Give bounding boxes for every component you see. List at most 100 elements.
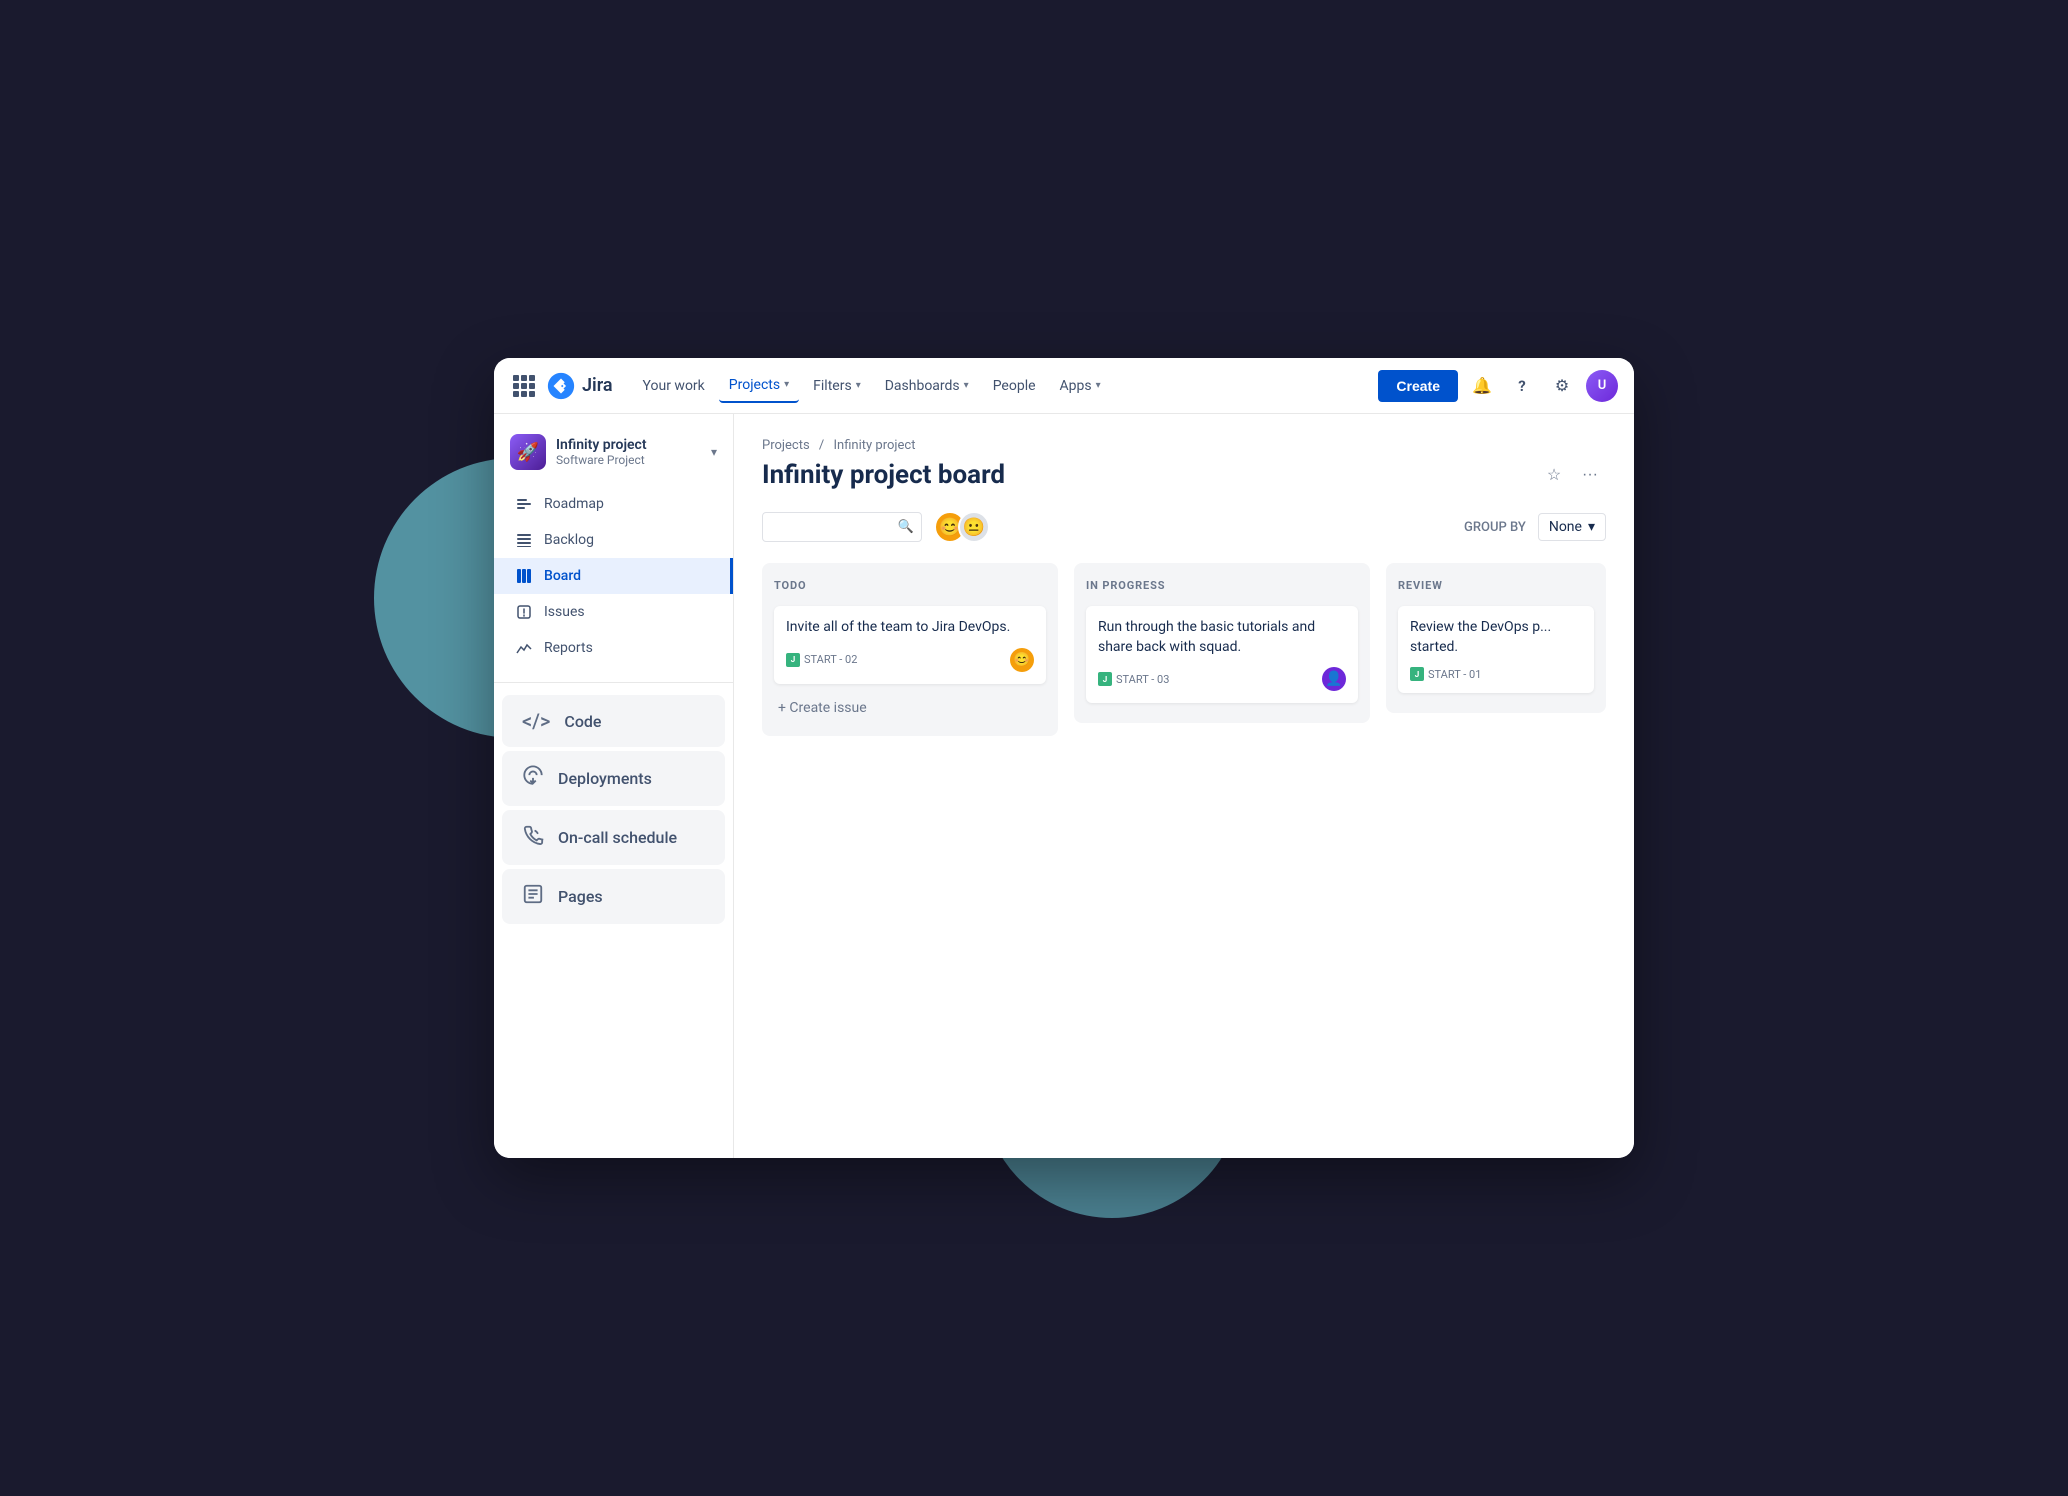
star-icon: ☆ bbox=[1547, 465, 1561, 485]
issue-avatar: 😊 bbox=[1010, 648, 1034, 672]
issue-text: Run through the basic tutorials and shar… bbox=[1098, 618, 1346, 657]
create-issue-button[interactable]: + Create issue bbox=[774, 692, 1046, 724]
filters-chevron-icon: ▾ bbox=[856, 380, 861, 391]
page-title-row: Infinity project board ☆ ··· bbox=[762, 459, 1606, 491]
sidebar-item-roadmap[interactable]: Roadmap bbox=[494, 486, 733, 522]
issue-tag-label: START - 01 bbox=[1428, 668, 1481, 681]
reports-label: Reports bbox=[544, 640, 593, 656]
issue-tag: J START - 03 bbox=[1098, 672, 1169, 686]
oncall-icon bbox=[522, 824, 544, 851]
nav-filters[interactable]: Filters ▾ bbox=[803, 370, 871, 402]
issue-footer: J START - 03 👤 bbox=[1098, 667, 1346, 691]
sidebar-item-board[interactable]: Board bbox=[494, 558, 733, 594]
column-review: REVIEW Review the DevOps p... started. J… bbox=[1386, 563, 1606, 713]
project-icon: 🚀 bbox=[510, 434, 546, 470]
search-icon: 🔍 bbox=[898, 520, 914, 535]
column-in-progress-header: IN PROGRESS bbox=[1086, 575, 1358, 596]
issue-card[interactable]: Review the DevOps p... started. J START … bbox=[1398, 606, 1594, 693]
sidebar-item-pages[interactable]: Pages bbox=[502, 869, 725, 924]
page-title-actions: ☆ ··· bbox=[1538, 459, 1606, 491]
sidebar: 🚀 Infinity project Software Project ▾ Ro… bbox=[494, 414, 734, 1158]
board-icon bbox=[514, 566, 534, 586]
code-label: Code bbox=[564, 712, 601, 731]
more-actions-button[interactable]: ··· bbox=[1574, 459, 1606, 491]
sidebar-item-backlog[interactable]: Backlog bbox=[494, 522, 733, 558]
nav-people[interactable]: People bbox=[983, 370, 1046, 402]
search-input-wrap: 🔍 bbox=[762, 512, 922, 542]
nav-apps[interactable]: Apps ▾ bbox=[1050, 370, 1111, 402]
issue-text: Invite all of the team to Jira DevOps. bbox=[786, 618, 1034, 638]
project-name: Infinity project bbox=[556, 437, 647, 454]
gear-icon: ⚙ bbox=[1555, 376, 1569, 395]
roadmap-label: Roadmap bbox=[544, 496, 604, 512]
issue-footer: J START - 02 😊 bbox=[786, 648, 1034, 672]
nav-dashboards[interactable]: Dashboards ▾ bbox=[875, 370, 979, 402]
project-header[interactable]: 🚀 Infinity project Software Project ▾ bbox=[494, 426, 733, 478]
star-button[interactable]: ☆ bbox=[1538, 459, 1570, 491]
breadcrumb-projects-link[interactable]: Projects bbox=[762, 438, 810, 453]
apps-chevron-icon: ▾ bbox=[1096, 380, 1101, 391]
settings-button[interactable]: ⚙ bbox=[1546, 370, 1578, 402]
sidebar-item-oncall[interactable]: On-call schedule bbox=[502, 810, 725, 865]
user-avatar[interactable]: U bbox=[1586, 370, 1618, 402]
issues-label: Issues bbox=[544, 604, 585, 620]
issue-card[interactable]: Run through the basic tutorials and shar… bbox=[1086, 606, 1358, 703]
deployments-label: Deployments bbox=[558, 769, 652, 788]
pages-label: Pages bbox=[558, 887, 603, 906]
issues-icon bbox=[514, 602, 534, 622]
board-toolbar: 🔍 😊 😐 GROUP BY None ▾ bbox=[762, 511, 1606, 543]
project-type: Software Project bbox=[556, 453, 647, 467]
project-chevron-icon: ▾ bbox=[711, 445, 717, 459]
sidebar-item-code[interactable]: </> Code bbox=[502, 695, 725, 747]
issue-tag-icon: J bbox=[1098, 672, 1112, 686]
pages-icon bbox=[522, 883, 544, 910]
avatar-group: 😊 😐 bbox=[934, 511, 990, 543]
issue-tag: J START - 02 bbox=[786, 653, 857, 667]
groupby-label: GROUP BY bbox=[1464, 520, 1526, 535]
nav-projects[interactable]: Projects ▾ bbox=[719, 369, 799, 403]
backlog-icon bbox=[514, 530, 534, 550]
issue-text: Review the DevOps p... started. bbox=[1410, 618, 1582, 657]
create-issue-label: + Create issue bbox=[778, 700, 867, 716]
reports-icon bbox=[514, 638, 534, 658]
help-icon: ? bbox=[1518, 377, 1525, 395]
groupby-select[interactable]: None ▾ bbox=[1538, 513, 1606, 541]
breadcrumb-project-link[interactable]: Infinity project bbox=[834, 438, 916, 453]
board-label: Board bbox=[544, 568, 581, 584]
browser-window: Jira Your work Projects ▾ Filters ▾ Dash… bbox=[494, 358, 1634, 1158]
jira-logo[interactable]: Jira bbox=[546, 371, 613, 401]
issue-avatar: 👤 bbox=[1322, 667, 1346, 691]
sidebar-extra-section: </> Code Deployments On-call schedule bbox=[494, 682, 733, 924]
sidebar-item-deployments[interactable]: Deployments bbox=[502, 751, 725, 806]
breadcrumb: Projects / Infinity project bbox=[762, 438, 1606, 453]
app-switcher-button[interactable] bbox=[510, 372, 538, 400]
help-button[interactable]: ? bbox=[1506, 370, 1538, 402]
bell-icon: 🔔 bbox=[1472, 376, 1492, 395]
issue-card[interactable]: Invite all of the team to Jira DevOps. J… bbox=[774, 606, 1046, 684]
page-title: Infinity project board bbox=[762, 460, 1538, 490]
board-columns: TODO Invite all of the team to Jira DevO… bbox=[762, 563, 1606, 736]
jira-logo-text: Jira bbox=[582, 375, 613, 396]
nav-your-work[interactable]: Your work bbox=[633, 370, 715, 402]
main-content: Projects / Infinity project Infinity pro… bbox=[734, 414, 1634, 1158]
notifications-button[interactable]: 🔔 bbox=[1466, 370, 1498, 402]
roadmap-icon bbox=[514, 494, 534, 514]
issue-footer: J START - 01 bbox=[1410, 667, 1582, 681]
create-button[interactable]: Create bbox=[1378, 370, 1458, 402]
issue-tag-label: START - 02 bbox=[804, 653, 857, 666]
sidebar-item-reports[interactable]: Reports bbox=[494, 630, 733, 666]
column-in-progress: IN PROGRESS Run through the basic tutori… bbox=[1074, 563, 1370, 723]
column-review-header: REVIEW bbox=[1398, 575, 1594, 596]
main-layout: 🚀 Infinity project Software Project ▾ Ro… bbox=[494, 414, 1634, 1158]
issue-tag: J START - 01 bbox=[1410, 667, 1481, 681]
more-icon: ··· bbox=[1582, 466, 1598, 484]
jira-logo-icon bbox=[546, 371, 576, 401]
projects-chevron-icon: ▾ bbox=[784, 379, 789, 390]
top-navigation: Jira Your work Projects ▾ Filters ▾ Dash… bbox=[494, 358, 1634, 414]
groupby-chevron-icon: ▾ bbox=[1588, 519, 1595, 535]
avatar-user2[interactable]: 😐 bbox=[958, 511, 990, 543]
column-todo-header: TODO bbox=[774, 575, 1046, 596]
deployments-icon bbox=[522, 765, 544, 792]
issue-tag-icon: J bbox=[1410, 667, 1424, 681]
sidebar-item-issues[interactable]: Issues bbox=[494, 594, 733, 630]
